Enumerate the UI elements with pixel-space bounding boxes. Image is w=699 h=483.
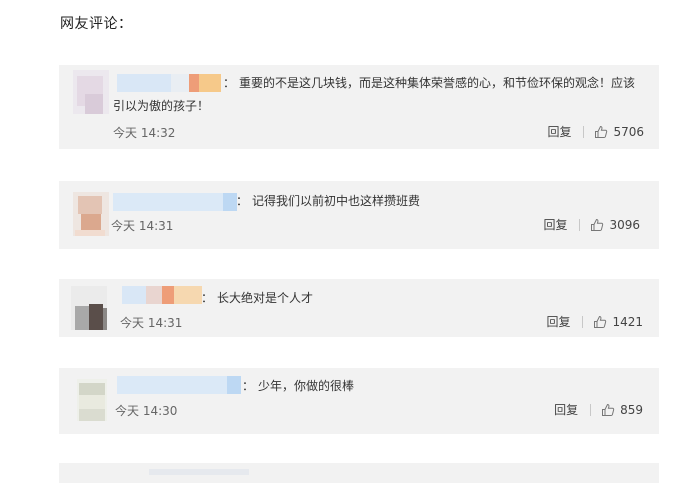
comment-actions: 回复 1421 xyxy=(546,313,643,330)
thumbs-up-icon[interactable] xyxy=(590,218,604,232)
comment-card: ：少年，你做的很棒 今天 14:30 回复 859 xyxy=(59,368,659,434)
comment-card: ：重要的不是这几块钱，而是这种集体荣誉感的心，和节俭环保的观念！应该 引以为傲的… xyxy=(59,65,659,149)
reply-button[interactable]: 回复 xyxy=(547,123,571,140)
comment-actions: 回复 859 xyxy=(554,401,643,418)
thumbs-up-icon[interactable] xyxy=(601,403,615,417)
comment-time: 今天 14:31 xyxy=(120,316,183,330)
comment-card: ：记得我们以前初中也这样攒班费 今天 14:31 回复 3096 xyxy=(59,181,659,249)
divider xyxy=(582,315,584,328)
like-count: 859 xyxy=(620,402,643,417)
username-blurred[interactable] xyxy=(113,193,237,211)
like-count: 5706 xyxy=(613,124,644,139)
thumbs-up-icon[interactable] xyxy=(593,315,607,329)
page-title: 网友评论： xyxy=(60,16,133,32)
username-blurred[interactable] xyxy=(122,286,202,304)
username-blurred[interactable] xyxy=(117,376,241,394)
thumbs-up-icon[interactable] xyxy=(594,125,608,139)
comment-text: ：记得我们以前初中也这样攒班费 xyxy=(236,194,421,208)
comment-card-partial xyxy=(59,463,659,483)
reply-button[interactable]: 回复 xyxy=(554,401,578,418)
like-count: 3096 xyxy=(609,217,640,232)
divider xyxy=(583,125,585,138)
comment-card: ：长大绝对是个人才 今天 14:31 回复 1421 xyxy=(59,279,659,337)
comment-time: 今天 14:30 xyxy=(115,404,178,418)
divider xyxy=(579,218,581,231)
avatar[interactable] xyxy=(77,379,113,423)
username-blurred xyxy=(149,469,249,475)
like-count: 1421 xyxy=(612,314,643,329)
reply-button[interactable]: 回复 xyxy=(543,216,567,233)
avatar[interactable] xyxy=(73,70,109,114)
reply-button[interactable]: 回复 xyxy=(546,313,570,330)
divider xyxy=(590,403,592,416)
comment-text: ：重要的不是这几块钱，而是这种集体荣誉感的心，和节俭环保的观念！应该 xyxy=(223,76,636,90)
comment-text: ：长大绝对是个人才 xyxy=(201,291,314,305)
comment-time: 今天 14:32 xyxy=(113,126,176,140)
comment-text-continued: 引以为傲的孩子！ xyxy=(113,99,210,113)
username-blurred[interactable] xyxy=(117,74,221,92)
avatar[interactable] xyxy=(73,192,109,236)
comment-text: ：少年，你做的很棒 xyxy=(242,379,355,393)
comment-time: 今天 14:31 xyxy=(111,219,174,233)
avatar[interactable] xyxy=(71,286,107,330)
comment-actions: 回复 5706 xyxy=(547,123,644,140)
comment-actions: 回复 3096 xyxy=(543,216,640,233)
